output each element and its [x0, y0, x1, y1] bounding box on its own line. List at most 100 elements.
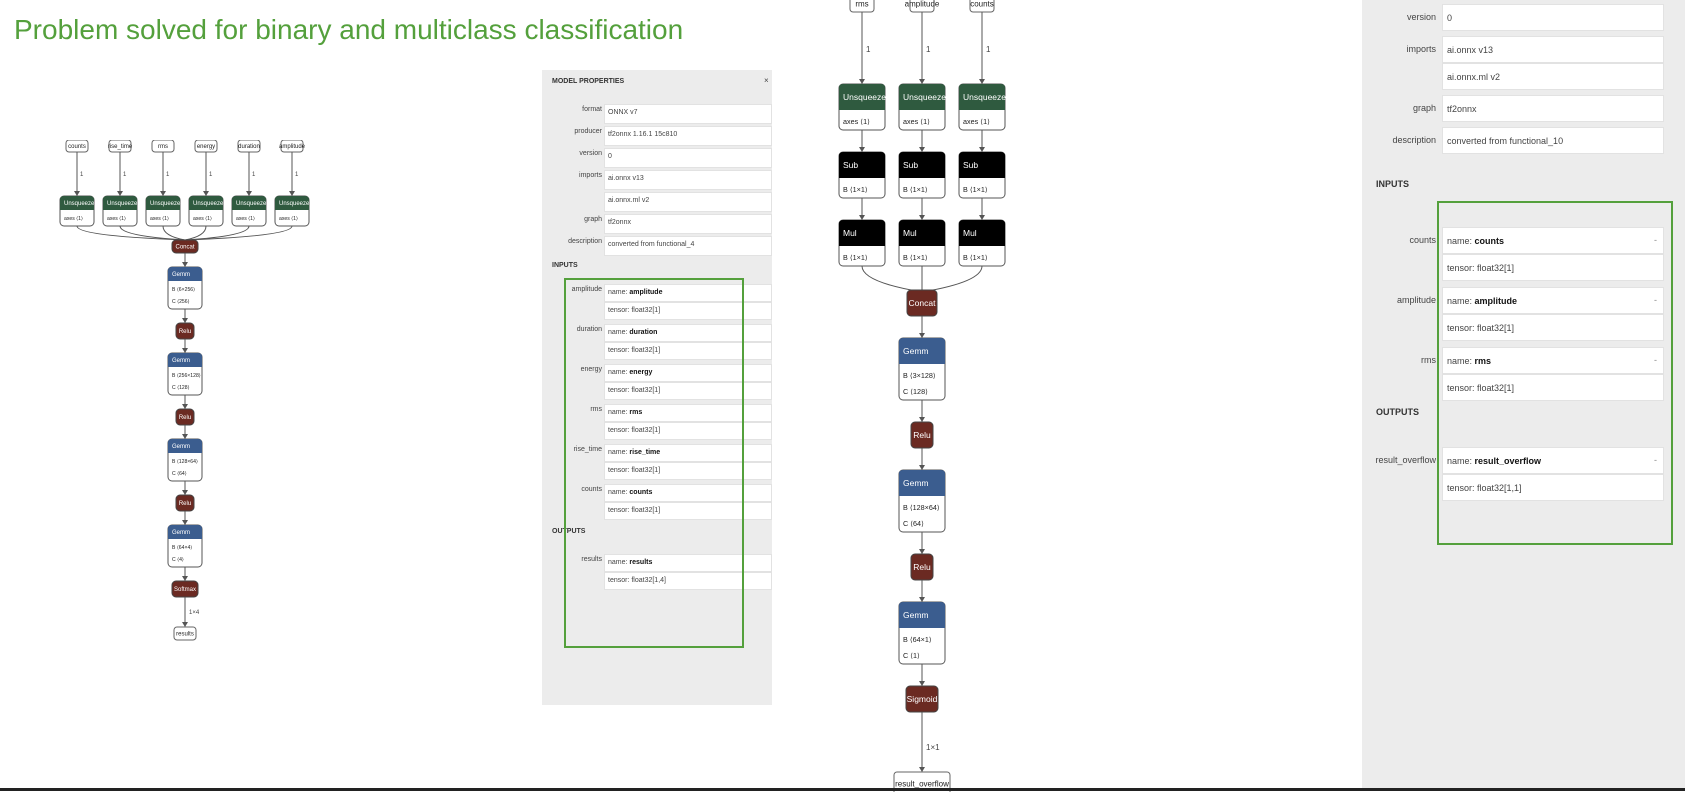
node-title: Gemm: [172, 444, 190, 450]
node-attribute: B ⟨64×4⟩: [172, 545, 192, 551]
arrow-head: [203, 191, 209, 196]
property-label: format: [582, 106, 602, 113]
property-label: imports: [1406, 44, 1436, 54]
edge-label: 1: [123, 172, 127, 178]
arrow-head: [979, 147, 985, 152]
node-title: Unsqueeze: [903, 92, 946, 102]
arrow-head: [919, 597, 925, 602]
property-value[interactable]: converted from functional_10: [1442, 127, 1664, 154]
edge: [162, 225, 186, 241]
node-title: Gemm: [903, 478, 929, 488]
node-label: duration: [238, 144, 260, 150]
node-title: Gemm: [172, 272, 190, 278]
node-attribute: C ⟨1⟩: [903, 651, 920, 660]
property-label: description: [1392, 135, 1436, 145]
edge-label: 1: [295, 172, 299, 178]
highlight-box: [1437, 201, 1673, 545]
node-title: Unsqueeze: [963, 92, 1006, 102]
node-title: Unsqueeze: [150, 201, 181, 207]
node-attribute: axes ⟨1⟩: [279, 216, 298, 222]
node-label: rms: [158, 144, 168, 150]
node-label: Concat: [909, 298, 937, 308]
property-value[interactable]: ai.onnx v13: [604, 170, 772, 190]
node-attribute: C ⟨64⟩: [903, 519, 924, 528]
node-title: Gemm: [903, 610, 929, 620]
node-label: rise_time: [108, 144, 133, 150]
node-title: Sub: [963, 160, 978, 170]
property-value[interactable]: tf2onnx 1.16.1 15c810: [604, 126, 772, 146]
node-attribute: B ⟨1×1⟩: [843, 253, 868, 262]
node-attribute: B ⟨1×1⟩: [903, 253, 928, 262]
arrow-head: [979, 215, 985, 220]
arrow-head: [919, 681, 925, 686]
node-attribute: C ⟨64⟩: [172, 471, 187, 477]
arrow-head: [182, 348, 188, 353]
arrow-head: [182, 434, 188, 439]
node-attribute: C ⟨4⟩: [172, 557, 184, 563]
node-title: Gemm: [172, 358, 190, 364]
arrow-head: [117, 191, 123, 196]
node-label: Relu: [179, 329, 191, 335]
properties-sidebar: MODEL PROPERTIES × format ONNX v7 producer tf…: [542, 70, 772, 705]
node-title: Unsqueeze: [64, 201, 95, 207]
arrow-head: [246, 191, 252, 196]
node-attribute: axes ⟨1⟩: [843, 117, 870, 126]
node-attribute: axes ⟨1⟩: [107, 216, 126, 222]
arrow-head: [919, 147, 925, 152]
arrow-head: [919, 215, 925, 220]
node-title: Mul: [843, 228, 857, 238]
arrow-head: [919, 549, 925, 554]
property-value[interactable]: tf2onnx: [1442, 95, 1664, 122]
node-attribute: B ⟨128×64⟩: [903, 503, 940, 512]
node-title: Unsqueeze: [843, 92, 886, 102]
node-attribute: axes ⟨1⟩: [193, 216, 212, 222]
node-label: Relu: [913, 562, 931, 572]
node-attribute: B ⟨128×64⟩: [172, 459, 198, 465]
node-attribute: axes ⟨1⟩: [64, 216, 83, 222]
node-attribute: axes ⟨1⟩: [150, 216, 169, 222]
node-title: Sub: [843, 160, 858, 170]
node-label: energy: [197, 144, 215, 150]
arrow-head: [979, 79, 985, 84]
node-label: Relu: [913, 430, 931, 440]
edge-label: 1: [166, 172, 170, 178]
inputs-section-title: INPUTS: [552, 262, 578, 269]
property-value[interactable]: ai.onnx.ml v2: [604, 192, 772, 212]
property-value[interactable]: ai.onnx.ml v2: [1442, 63, 1664, 90]
arrow-head: [289, 191, 295, 196]
arrow-head: [919, 465, 925, 470]
node-attribute: B ⟨1×1⟩: [963, 185, 988, 194]
property-value[interactable]: 0: [604, 148, 772, 168]
highlight-box: [564, 278, 744, 648]
model-graph-multiclass: counts 1 Unsqueeze axes ⟨1⟩ rise_time 1 Unsque…: [59, 140, 310, 641]
argument-label: rms: [1421, 355, 1436, 365]
node-attribute: C ⟨128⟩: [903, 387, 928, 396]
slide-title: Problem solved for binary and multiclass…: [14, 14, 684, 45]
node-attribute: B ⟨1×1⟩: [903, 185, 928, 194]
edge-label: 1: [866, 45, 871, 54]
property-label: graph: [1412, 103, 1436, 113]
properties-sidebar: version 0 imports ai.onnx v13 ai.onnx.ml v2 g…: [1362, 0, 1685, 788]
node-label: counts: [68, 144, 86, 150]
node-label: amplitude: [279, 144, 306, 150]
node-attribute: C ⟨256⟩: [172, 299, 190, 305]
close-icon[interactable]: ×: [764, 76, 769, 85]
node-attribute: B ⟨6×256⟩: [172, 287, 195, 293]
arrow-head: [182, 622, 188, 627]
node-label: Concat: [175, 245, 194, 251]
property-value[interactable]: 0: [1442, 4, 1664, 31]
node-attribute: B ⟨256×128⟩: [172, 373, 201, 379]
arrow-head: [182, 576, 188, 581]
property-value[interactable]: converted from functional_4: [604, 236, 772, 256]
property-label: version: [579, 150, 602, 157]
node-label: Relu: [179, 415, 191, 421]
argument-label: counts: [1409, 235, 1436, 245]
property-value[interactable]: ai.onnx v13: [1442, 36, 1664, 63]
node-title: Mul: [963, 228, 977, 238]
node-title: Unsqueeze: [193, 201, 224, 207]
edge-label: 1: [209, 172, 213, 178]
node-title: Unsqueeze: [279, 201, 310, 207]
property-value[interactable]: tf2onnx: [604, 214, 772, 234]
property-value[interactable]: ONNX v7: [604, 104, 772, 124]
outputs-section-title: OUTPUTS: [1376, 407, 1420, 417]
